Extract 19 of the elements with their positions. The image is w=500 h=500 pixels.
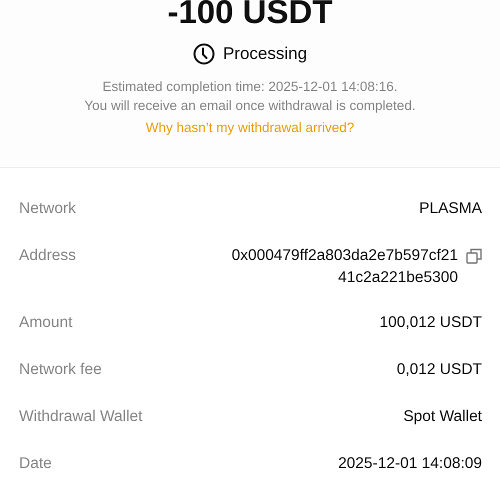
clock-icon [192, 43, 215, 65]
status-note: You will receive an email once withdrawal is completed. [84, 97, 416, 115]
copy-icon[interactable] [466, 248, 482, 264]
detail-label: Address [19, 246, 76, 266]
detail-value: 0,012 USDT [396, 360, 482, 380]
detail-label: Date [19, 454, 52, 474]
detail-value: 100,012 USDT [379, 313, 482, 333]
withdrawal-amount: -100 USDT [167, 0, 333, 30]
help-link[interactable]: Why hasn’t my withdrawal arrived? [146, 118, 354, 137]
detail-value: 2025-12-01 14:08:09 [338, 454, 482, 474]
detail-value: Spot Wallet [403, 407, 482, 427]
detail-label: Amount [19, 313, 72, 333]
detail-label: Withdrawal Wallet [19, 407, 142, 427]
detail-label: Network [19, 199, 76, 219]
detail-value: 0x000479ff2a803da2e7b597cf21 41c2a221be5300 [232, 246, 458, 288]
status-note: Estimated completion time: 2025-12-01 14:08:16. [102, 78, 398, 96]
detail-value: PLASMA [419, 199, 482, 219]
detail-label: Network fee [19, 360, 102, 380]
status-label: Processing [222, 44, 308, 64]
